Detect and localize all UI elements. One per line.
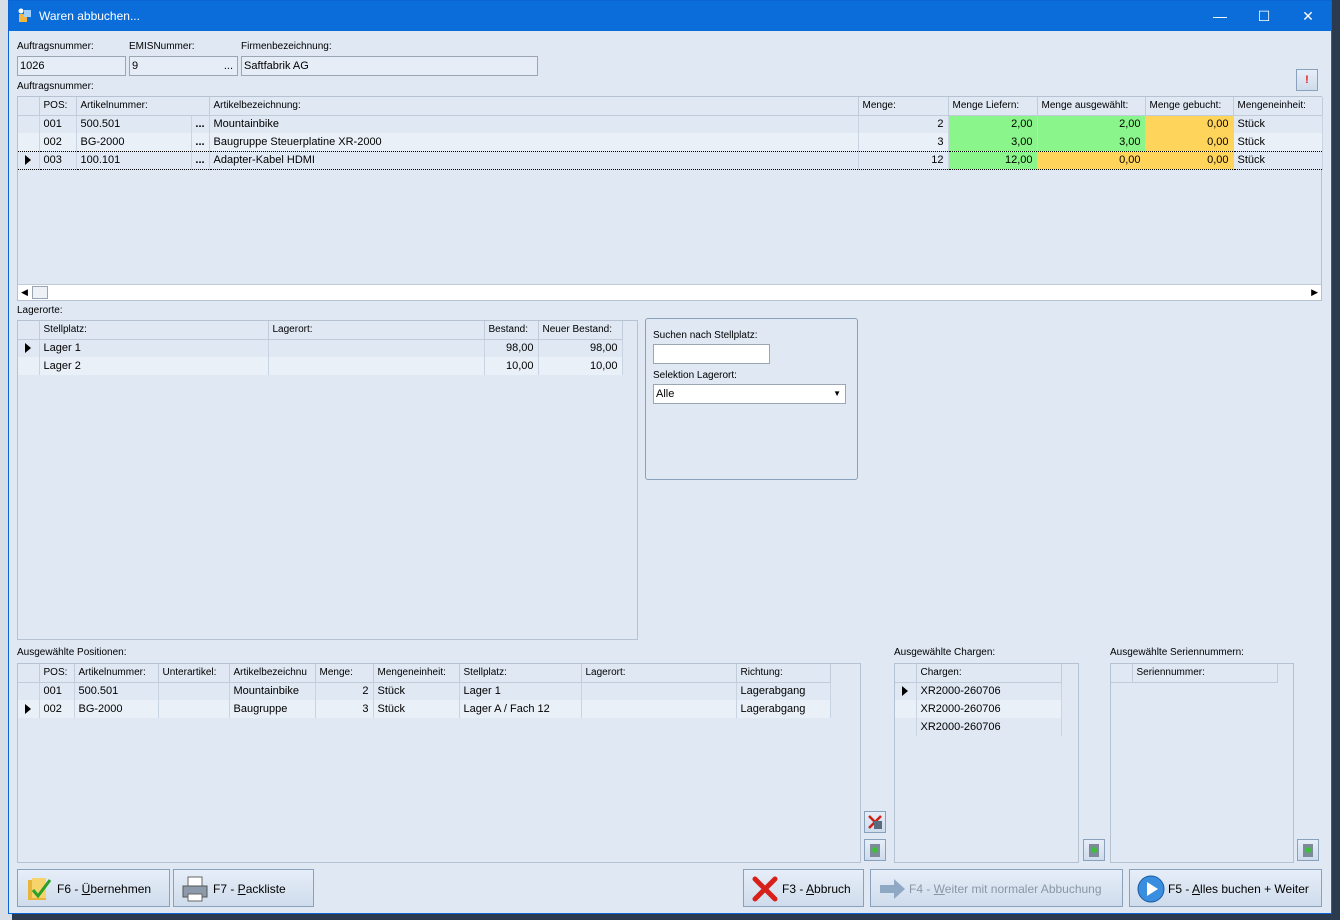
clear-positions-button[interactable]: [864, 839, 886, 861]
col-mengeneinheit[interactable]: Mengeneinheit:: [373, 664, 460, 683]
table-row[interactable]: 002 BG-2000 Baugruppe 3 Stück Lager A / …: [18, 700, 831, 718]
firmenbezeichnung-label: Firmenbezeichnung:: [241, 41, 332, 52]
selected-positions-label: Ausgewählte Positionen:: [17, 647, 127, 658]
row-indicator-header: [18, 97, 40, 116]
table-row[interactable]: XR2000-260706: [895, 718, 1062, 736]
alert-icon[interactable]: !: [1296, 69, 1318, 91]
auftragsnummer-label: Auftragsnummer:: [17, 41, 94, 52]
minimize-button[interactable]: —: [1197, 1, 1243, 31]
maximize-button[interactable]: ☐: [1241, 1, 1287, 31]
emisnummer-dots-button[interactable]: ...: [224, 60, 233, 72]
recycle-icon: [870, 844, 880, 857]
stellplatz-search-label: Suchen nach Stellplatz:: [653, 330, 758, 341]
current-row-indicator-icon: [25, 704, 32, 715]
col-lagerort[interactable]: Lagerort:: [581, 664, 737, 683]
col-menge[interactable]: Menge:: [315, 664, 374, 683]
col-artikelbezeichnung[interactable]: Artikelbezeichnung:: [209, 97, 859, 116]
title-bar: Waren abbuchen... — ☐ ✕: [9, 1, 1331, 31]
close-button[interactable]: ✕: [1285, 1, 1331, 31]
table-row[interactable]: 001 500.501 ... Mountainbike 2 2,00 2,00…: [18, 115, 1323, 133]
emisnummer-label: EMISNummer:: [129, 41, 195, 52]
printer-icon: [182, 876, 208, 902]
table-row[interactable]: 001 500.501 Mountainbike 2 Stück Lager 1…: [18, 682, 831, 700]
lagerort-selection-label: Selektion Lagerort:: [653, 370, 737, 381]
col-artikelnummer[interactable]: Artikelnummer:: [76, 97, 210, 116]
dialog-window: Waren abbuchen... — ☐ ✕ Auftragsnummer: …: [8, 0, 1332, 914]
scrollbar-thumb[interactable]: [32, 286, 48, 299]
auftragsnummer-field[interactable]: 1026: [17, 56, 126, 76]
recycle-icon: [1089, 844, 1099, 857]
col-pos[interactable]: POS:: [39, 97, 77, 116]
table-row-selected[interactable]: 003 100.101 ... Adapter-Kabel HDMI 12 12…: [18, 150, 1323, 170]
lagerort-select[interactable]: Alle ▼: [653, 384, 846, 404]
table-row[interactable]: Lager 1 98,00 98,00: [18, 339, 623, 357]
clear-chargen-button[interactable]: [1083, 839, 1105, 861]
app-icon: [18, 8, 31, 22]
col-menge-gebucht[interactable]: Menge gebucht:: [1145, 97, 1234, 116]
lagerorte-label: Lagerorte:: [17, 305, 63, 316]
positions-grid-label: Auftragsnummer:: [17, 81, 94, 92]
emisnummer-field[interactable]: 9 ...: [129, 56, 238, 76]
scroll-right-icon[interactable]: ▶: [1311, 287, 1318, 298]
scroll-left-icon[interactable]: ◀: [21, 287, 28, 298]
chargen-grid: Chargen: XR2000-260706 XR2000-260706 XR2…: [894, 663, 1079, 863]
horizontal-scrollbar[interactable]: ◀ ▶: [18, 284, 1321, 300]
remove-position-button[interactable]: [864, 811, 886, 833]
cancel-icon: [752, 876, 778, 902]
f6-uebernehmen-button[interactable]: F6 - Übernehmen: [17, 869, 170, 907]
col-richtung[interactable]: Richtung:: [736, 664, 831, 683]
lagerort-select-value: Alle: [656, 388, 675, 400]
play-icon: [1137, 875, 1165, 903]
col-artikelnummer[interactable]: Artikelnummer:: [74, 664, 159, 683]
window-title: Waren abbuchen...: [39, 9, 140, 23]
seriennummern-grid: Seriennummer:: [1110, 663, 1294, 863]
article-lookup-button[interactable]: ...: [191, 133, 210, 151]
col-pos[interactable]: POS:: [39, 664, 75, 683]
f5-alles-buchen-button[interactable]: F5 - Alles buchen + Weiter: [1129, 869, 1322, 907]
delete-icon: [868, 815, 882, 829]
col-stellplatz[interactable]: Stellplatz:: [459, 664, 582, 683]
stellplatz-search-input[interactable]: [653, 344, 770, 364]
seriennummern-label: Ausgewählte Seriennummern:: [1110, 647, 1244, 658]
table-row[interactable]: XR2000-260706: [895, 700, 1062, 718]
positions-grid: POS: Artikelnummer: Artikelbezeichnung: …: [17, 96, 1323, 301]
col-lagerort[interactable]: Lagerort:: [268, 321, 485, 340]
table-row[interactable]: XR2000-260706: [895, 682, 1062, 700]
selected-positions-grid: POS: Artikelnummer: Unterartikel: Artike…: [17, 663, 861, 863]
current-row-indicator-icon: [25, 343, 32, 354]
col-chargen[interactable]: Chargen:: [916, 664, 1062, 683]
current-row-indicator-icon: [25, 155, 32, 166]
f7-packliste-button[interactable]: F7 - Packliste: [173, 869, 314, 907]
col-unterartikel[interactable]: Unterartikel:: [158, 664, 230, 683]
emisnummer-value: 9: [132, 60, 139, 72]
col-menge-liefern[interactable]: Menge Liefern:: [948, 97, 1038, 116]
current-row-indicator-icon: [902, 686, 909, 697]
article-lookup-button[interactable]: ...: [191, 115, 210, 133]
firmenbezeichnung-field[interactable]: Saftfabrik AG: [241, 56, 538, 76]
col-mengeneinheit[interactable]: Mengeneinheit:: [1233, 97, 1323, 116]
article-lookup-button[interactable]: ...: [191, 150, 210, 170]
table-row[interactable]: Lager 2 10,00 10,00: [18, 357, 623, 375]
f3-abbruch-button[interactable]: F3 - Abbruch: [743, 869, 864, 907]
col-seriennummer[interactable]: Seriennummer:: [1132, 664, 1278, 683]
chevron-down-icon[interactable]: ▼: [833, 389, 841, 398]
search-panel: Suchen nach Stellplatz: Selektion Lagero…: [645, 318, 858, 480]
col-menge[interactable]: Menge:: [858, 97, 949, 116]
table-row[interactable]: 002 BG-2000 ... Baugruppe Steuerplatine …: [18, 133, 1323, 151]
col-bestand[interactable]: Bestand:: [484, 321, 539, 340]
col-artikelbezeichnung[interactable]: Artikelbezeichnu: [229, 664, 316, 683]
col-menge-ausgewaehlt[interactable]: Menge ausgewählt:: [1037, 97, 1146, 116]
clear-serien-button[interactable]: [1297, 839, 1319, 861]
folder-check-icon: [28, 878, 52, 900]
col-stellplatz[interactable]: Stellplatz:: [39, 321, 269, 340]
chargen-label: Ausgewählte Chargen:: [894, 647, 996, 658]
arrow-right-icon: [880, 879, 905, 899]
f4-weiter-normal-button[interactable]: F4 - Weiter mit normaler Abbuchung: [870, 869, 1123, 907]
recycle-icon: [1303, 844, 1313, 857]
col-neuer-bestand[interactable]: Neuer Bestand:: [538, 321, 623, 340]
lagerorte-grid: Stellplatz: Lagerort: Bestand: Neuer Bes…: [17, 320, 638, 640]
